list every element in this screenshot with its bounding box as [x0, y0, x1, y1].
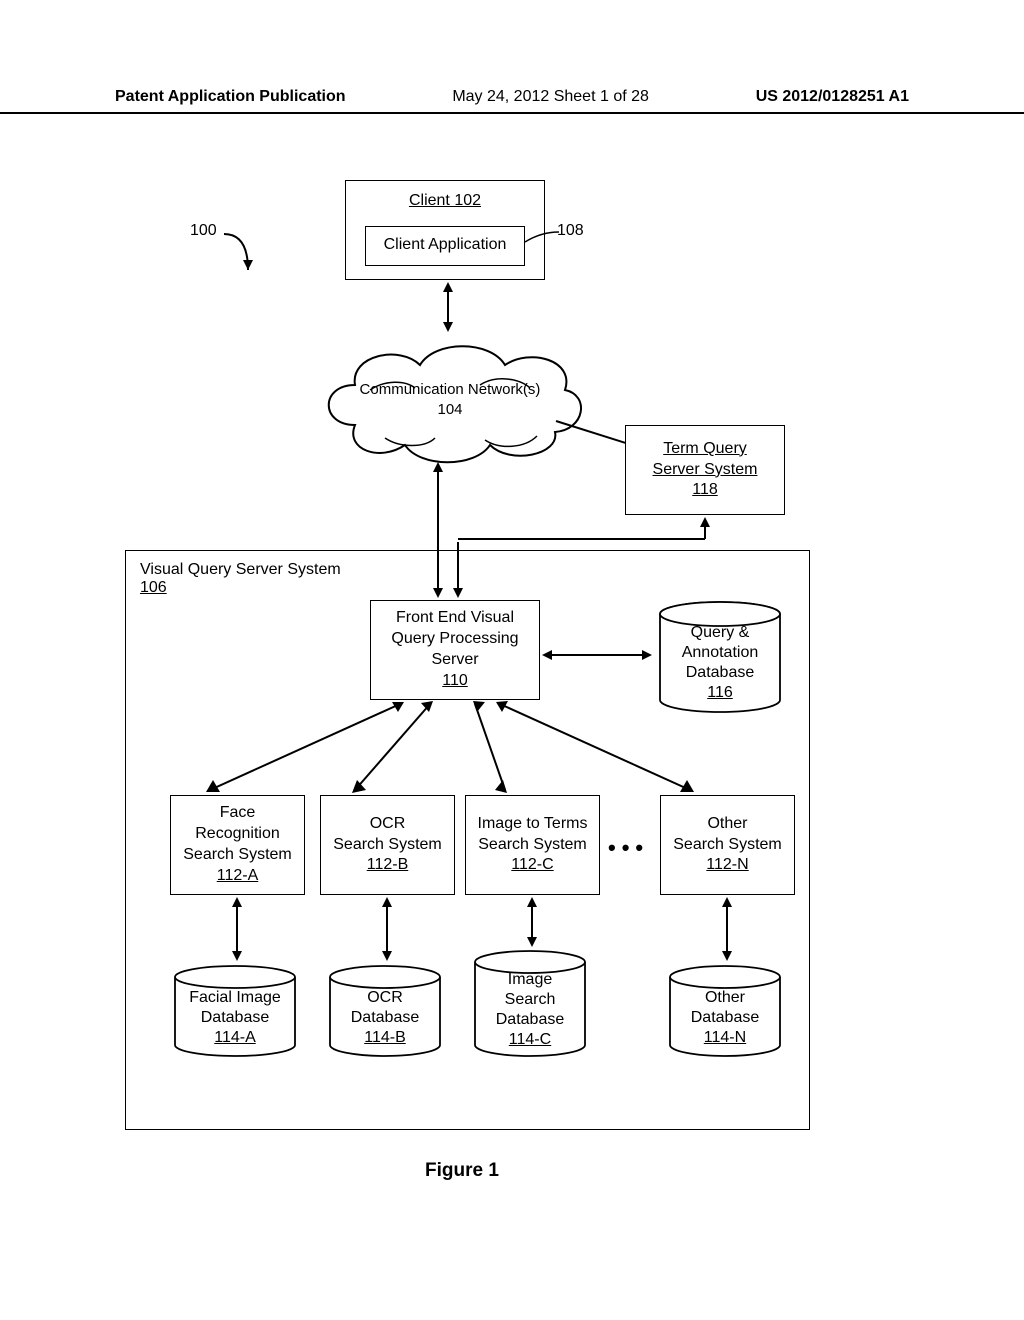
otherdb-ref: 114-N	[704, 1028, 746, 1048]
arrow-termquery-frontend-elbow	[458, 515, 713, 545]
term-query-box: Term Query Server System 118	[625, 425, 785, 515]
client-application-label: Client Application	[384, 235, 507, 256]
otherdb-l2: Database	[691, 1008, 760, 1028]
facedb-ref: 114-A	[214, 1028, 256, 1048]
img-ref: 112-C	[511, 855, 553, 876]
client-title: Client 102	[409, 191, 481, 212]
ocr-l2: Search System	[333, 835, 441, 856]
ocr-db: OCR Database 114-B	[325, 965, 445, 1060]
network-cloud: Communication Network(s) 104	[315, 330, 585, 470]
img-l1: Image to Terms	[478, 814, 588, 835]
facedb-l2: Database	[201, 1008, 270, 1028]
cloud-label-line1: Communication Network(s)	[315, 380, 585, 400]
other-l2: Search System	[673, 835, 781, 856]
client-app-ref-leader	[523, 228, 563, 248]
query-annotation-db: Query & Annotation Database 116	[655, 600, 785, 715]
arrow-img-db	[522, 895, 542, 950]
face-db: Facial Image Database 114-A	[170, 965, 300, 1060]
frontend-l2: Query Processing	[391, 629, 518, 650]
other-db: Other Database 114-N	[665, 965, 785, 1060]
system-ref-arrow	[218, 230, 258, 280]
ocrdb-ref: 114-B	[364, 1028, 406, 1048]
ocrdb-l1: OCR	[367, 988, 403, 1008]
arrow-other-db	[717, 895, 737, 965]
img-db: Image Search Database 114-C	[470, 950, 590, 1060]
system-ref-label: 100	[190, 222, 217, 240]
cloud-label-line2: 104	[315, 400, 585, 420]
face-l2: Recognition	[195, 824, 280, 845]
img-search-box: Image to Terms Search System 112-C	[465, 795, 600, 895]
header-mid: May 24, 2012 Sheet 1 of 28	[452, 88, 649, 106]
client-box: Client 102 Client Application	[345, 180, 545, 280]
imgdb-l3: Database	[496, 1010, 565, 1030]
img-l2: Search System	[478, 835, 586, 856]
face-l3: Search System	[183, 845, 291, 866]
client-application-box: Client Application	[365, 226, 525, 266]
face-search-box: Face Recognition Search System 112-A	[170, 795, 305, 895]
term-query-ref: 118	[692, 480, 718, 501]
vq-title: Visual Query Server System	[140, 561, 795, 579]
arrow-frontend-qadb	[540, 645, 655, 665]
other-ref: 112-N	[706, 855, 748, 876]
other-search-box: Other Search System 112-N	[660, 795, 795, 895]
header-left: Patent Application Publication	[115, 88, 346, 106]
qadb-l2: Annotation	[682, 643, 759, 663]
qadb-l1: Query &	[691, 623, 750, 643]
header-right: US 2012/0128251 A1	[756, 88, 909, 106]
frontend-server-box: Front End Visual Query Processing Server…	[370, 600, 540, 700]
facedb-l1: Facial Image	[189, 988, 281, 1008]
qadb-ref: 116	[707, 683, 733, 703]
term-query-l2: Server System	[653, 460, 758, 481]
ocr-search-box: OCR Search System 112-B	[320, 795, 455, 895]
face-ref: 112-A	[217, 866, 259, 887]
figure-caption: Figure 1	[425, 1160, 499, 1182]
frontend-l1: Front End Visual	[396, 608, 514, 629]
term-query-l1: Term Query	[663, 439, 747, 460]
ocrdb-l2: Database	[351, 1008, 420, 1028]
arrow-ocr-db	[377, 895, 397, 965]
otherdb-l1: Other	[705, 988, 745, 1008]
arrows-frontend-fanout	[170, 698, 730, 798]
arrow-face-db	[227, 895, 247, 965]
imgdb-l2: Search	[505, 990, 556, 1010]
qadb-l3: Database	[686, 663, 755, 683]
arrow-client-cloud	[438, 280, 458, 334]
face-l1: Face	[220, 803, 256, 824]
imgdb-l1: Image	[508, 970, 552, 990]
diagram-root: 100 Client 102 Client Application 108 Co…	[115, 150, 909, 1170]
ellipsis-dots: •••	[608, 835, 649, 861]
frontend-l3: Server	[431, 650, 478, 671]
other-l1: Other	[707, 814, 747, 835]
ocr-l1: OCR	[370, 814, 406, 835]
frontend-ref: 110	[442, 671, 468, 692]
page-header: Patent Application Publication May 24, 2…	[0, 88, 1024, 114]
vq-ref: 106	[140, 579, 795, 597]
ocr-ref: 112-B	[367, 855, 409, 876]
imgdb-ref: 114-C	[509, 1030, 551, 1050]
